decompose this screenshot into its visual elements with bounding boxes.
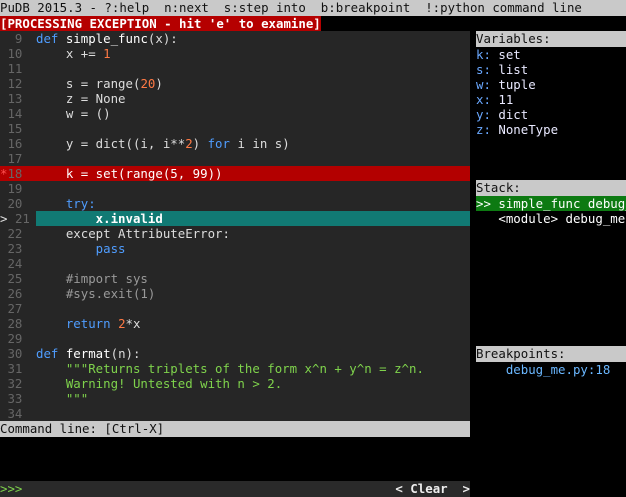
exception-banner[interactable]: [PROCESSING EXCEPTION - hit 'e' to exami… — [0, 16, 321, 31]
code-line[interactable]: 29 — [0, 331, 470, 346]
variable-item[interactable]: y: dict — [476, 107, 528, 122]
title-bar: PuDB 2015.3 - ?:help n:next s:step into … — [0, 0, 626, 16]
breakpoints-pane[interactable]: debug_me.py:18 — [476, 362, 626, 497]
code-line[interactable]: 17 — [0, 151, 470, 166]
current-line[interactable]: > 21 x.invalid — [0, 211, 470, 226]
code-line[interactable]: 26 #sys.exit(1) — [0, 286, 470, 301]
variable-item[interactable]: z: NoneType — [476, 122, 558, 137]
variables-header: Variables: — [476, 31, 626, 47]
clear-button[interactable]: < Clear > — [395, 481, 470, 497]
code-line[interactable]: 20 try: — [0, 196, 470, 211]
breakpoints-header: Breakpoints: — [476, 346, 626, 362]
variable-item[interactable]: s: list — [476, 62, 528, 77]
code-line[interactable]: 28 return 2*x — [0, 316, 470, 331]
code-line[interactable]: 22 except AttributeError: — [0, 226, 470, 241]
code-line[interactable]: 32 Warning! Untested with n > 2. — [0, 376, 470, 391]
code-line[interactable]: 19 — [0, 181, 470, 196]
code-line[interactable]: 16 y = dict((i, i**2) for i in s) — [0, 136, 470, 151]
breakpoint-line[interactable]: *18 k = set(range(5, 99)) — [0, 166, 470, 181]
code-line[interactable]: 23 pass — [0, 241, 470, 256]
stack-frame[interactable]: <module> debug_me. — [476, 211, 626, 226]
stack-frame-selected[interactable]: >> simple_func debug_ — [476, 196, 626, 211]
code-line[interactable]: 25 #import sys — [0, 271, 470, 286]
stack-header: Stack: — [476, 180, 626, 196]
code-line[interactable]: 12 s = range(20) — [0, 76, 470, 91]
code-line[interactable]: 33 """ — [0, 391, 470, 406]
code-line[interactable]: 11 — [0, 61, 470, 76]
code-line[interactable]: 34 — [0, 406, 470, 421]
variable-item[interactable]: w: tuple — [476, 77, 536, 92]
breakpoint-item[interactable]: debug_me.py:18 — [476, 362, 610, 377]
code-line[interactable]: 15 — [0, 121, 470, 136]
source-code-pane[interactable]: 9 def simple_func(x): 10 x += 1 11 12 s … — [0, 31, 470, 421]
variable-item[interactable]: x: 11 — [476, 92, 513, 107]
stack-pane[interactable]: >> simple_func debug_ <module> debug_me. — [476, 196, 626, 346]
code-line[interactable]: 9 def simple_func(x): — [0, 31, 470, 46]
code-line[interactable]: 31 """Returns triplets of the form x^n +… — [0, 361, 470, 376]
code-line[interactable]: 27 — [0, 301, 470, 316]
variable-item[interactable]: k: set — [476, 47, 521, 62]
code-line[interactable]: 13 z = None — [0, 91, 470, 106]
command-output — [0, 437, 470, 481]
command-line-header: Command line: [Ctrl-X] — [0, 421, 470, 437]
prompt: >>> — [0, 481, 23, 496]
code-line[interactable]: 14 w = () — [0, 106, 470, 121]
code-line[interactable]: 10 x += 1 — [0, 46, 470, 61]
variables-pane[interactable]: k: set s: list w: tuple x: 11 y: dict z:… — [476, 47, 626, 180]
current-line-arrow-icon: > — [0, 211, 8, 226]
code-line[interactable]: 30 def fermat(n): — [0, 346, 470, 361]
code-line[interactable]: 24 — [0, 256, 470, 271]
